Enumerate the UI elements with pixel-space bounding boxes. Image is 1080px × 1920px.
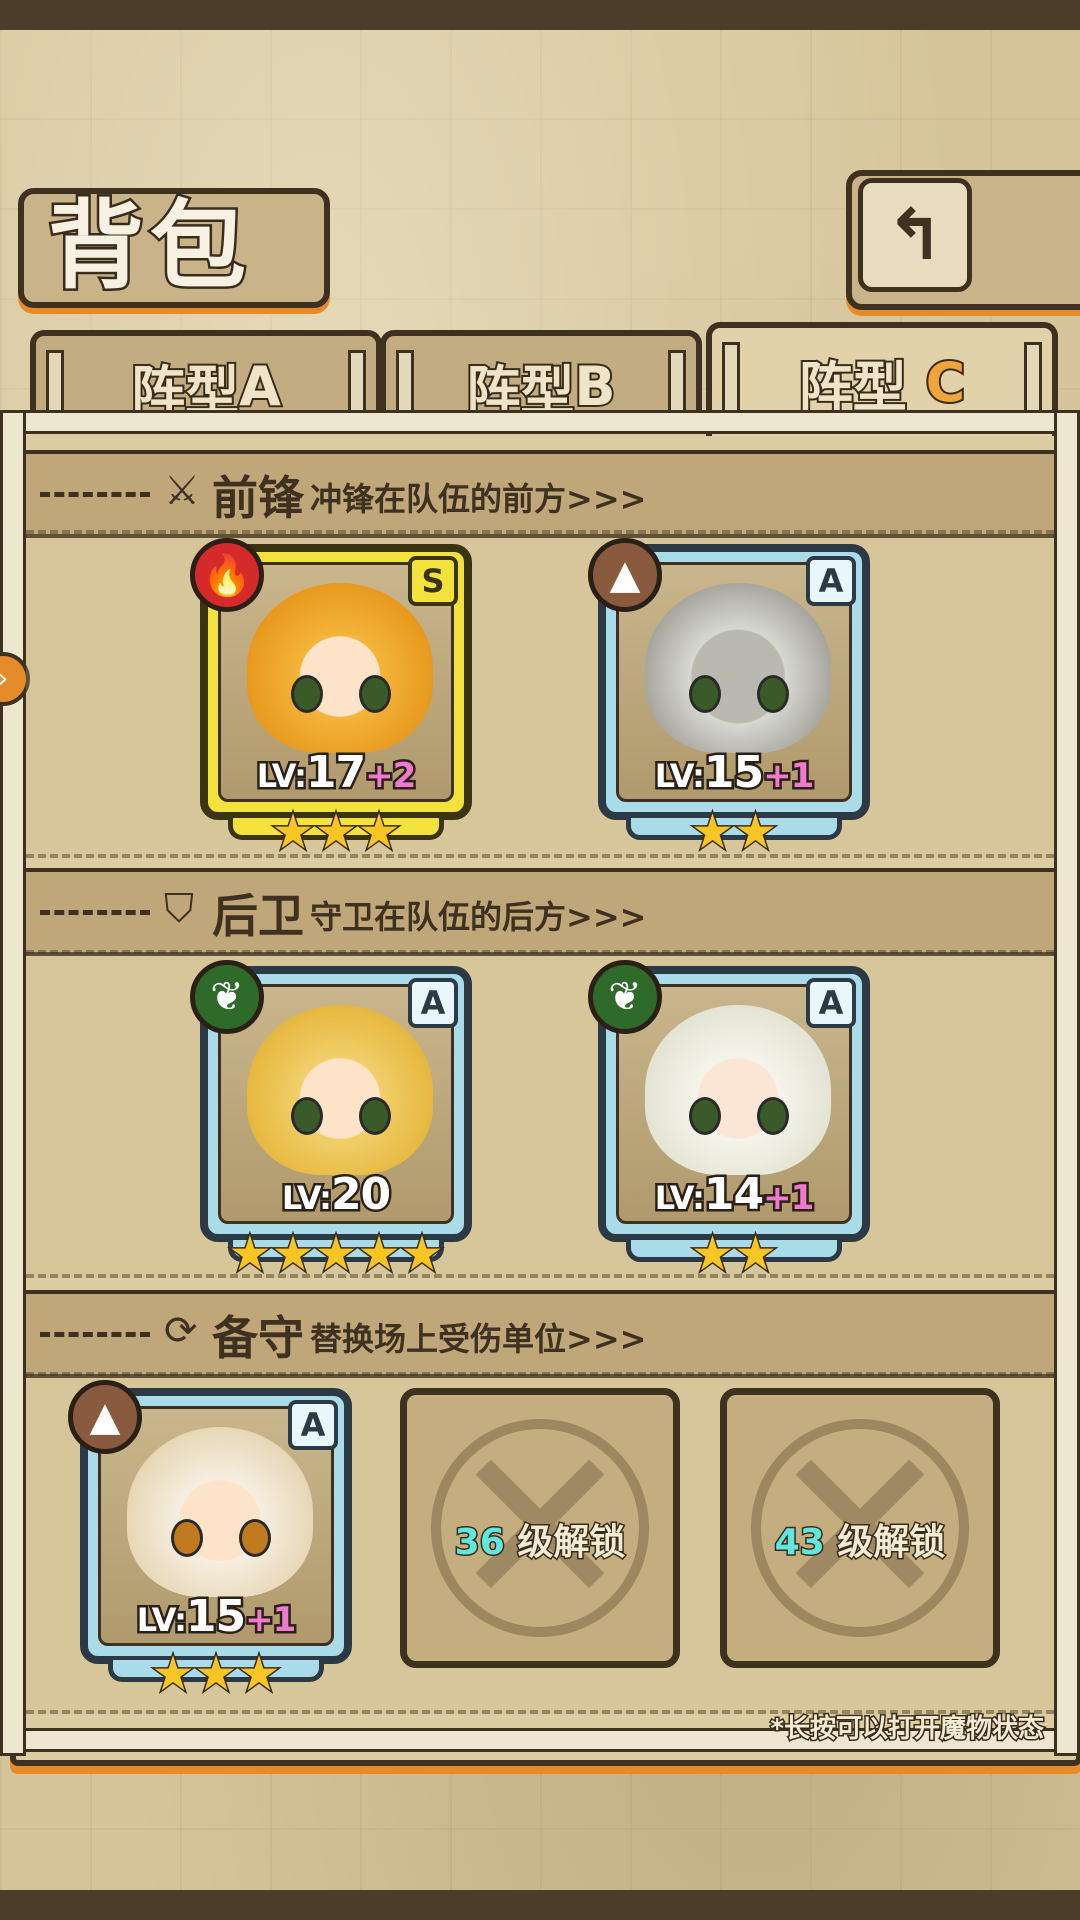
level-value: 14: [701, 1167, 766, 1223]
unlock-requirement: 43 级解锁: [727, 1513, 993, 1565]
level-prefix: LV:: [134, 1599, 189, 1642]
long-press-hint: *长按可以打开魔物状态: [769, 1713, 1046, 1746]
shield-icon: ⛉: [164, 886, 194, 932]
star-rating: ★★★: [150, 1646, 282, 1702]
portrait-eyes: [689, 1097, 789, 1135]
unit-level: LV:20: [208, 1167, 464, 1223]
star-rating: ★★: [689, 804, 778, 860]
level-value: 15: [183, 1589, 248, 1645]
sword-icon: ⚔: [164, 468, 200, 514]
unlock-label: 级解锁: [516, 1521, 627, 1565]
unlock-label: 级解锁: [836, 1521, 947, 1565]
leaf-element-icon: ❦: [190, 960, 264, 1034]
leaf-element-icon: ❦: [588, 960, 662, 1034]
level-bonus: +2: [363, 754, 419, 799]
right-rail: [1054, 410, 1080, 1756]
fire-element-icon: 🔥: [190, 538, 264, 612]
unit-portrait: [645, 583, 831, 753]
section-header-reserve: ⟳ 备守 替换场上受伤单位>>>: [26, 1290, 1054, 1378]
level-prefix: LV:: [652, 755, 707, 798]
back-button[interactable]: ↰: [858, 178, 972, 292]
swap-icon: ⟳: [164, 1308, 198, 1354]
tab-letter: A: [237, 353, 283, 420]
grade-badge: S: [408, 556, 458, 606]
back-arrow-icon: ↰: [885, 194, 945, 276]
level-prefix: LV:: [652, 1177, 707, 1220]
dash-divider: [40, 1332, 150, 1337]
grade-badge: A: [806, 556, 856, 606]
portrait-eyes: [291, 1097, 391, 1135]
dash-divider: [40, 910, 150, 915]
bottom-border: [0, 1890, 1080, 1920]
tab-letter: C: [924, 349, 968, 416]
locked-slot-2[interactable]: ✕ 43 级解锁: [720, 1388, 1000, 1668]
level-value: 17: [303, 745, 368, 801]
top-rail: [0, 410, 1080, 434]
earth-element-icon: ▲: [68, 1380, 142, 1454]
portrait-eyes: [171, 1519, 271, 1557]
grade-badge: A: [288, 1400, 338, 1450]
portrait-eyes: [689, 675, 789, 713]
star-rating: ★★★: [270, 804, 402, 860]
level-value: 15: [701, 745, 766, 801]
unit-level: LV:15+1: [606, 745, 862, 801]
star-rating: ★★★★★: [227, 1226, 445, 1282]
unit-level: LV:15+1: [88, 1589, 344, 1645]
unit-portrait: [645, 1005, 831, 1175]
grade-badge: A: [806, 978, 856, 1028]
section-desc: 守卫在队伍的后方>>>: [310, 898, 647, 936]
section-header-back: ⛉ 后卫 守卫在队伍的后方>>>: [26, 868, 1054, 956]
unit-level: LV:14+1: [606, 1167, 862, 1223]
section-title: 后卫: [212, 889, 304, 943]
locked-slot-1[interactable]: ✕ 36 级解锁: [400, 1388, 680, 1668]
unit-level: LV:17+2: [208, 745, 464, 801]
front-row: [26, 530, 1054, 858]
section-title: 备守: [212, 1311, 304, 1365]
unlock-level: 43: [773, 1521, 826, 1565]
level-bonus: +1: [243, 1598, 299, 1643]
dash-divider: [40, 492, 150, 497]
level-bonus: +1: [761, 754, 817, 799]
top-zigzag-border: [0, 0, 1080, 60]
section-desc: 替换场上受伤单位>>>: [310, 1320, 647, 1358]
unit-portrait: [247, 1005, 433, 1175]
star-rating: ★★: [689, 1226, 778, 1282]
section-header-front: ⚔ 前锋 冲锋在队伍的前方>>>: [26, 450, 1054, 538]
level-prefix: LV:: [279, 1177, 334, 1220]
earth-element-icon: ▲: [588, 538, 662, 612]
left-rail: [0, 410, 26, 1756]
section-desc: 冲锋在队伍的前方>>>: [310, 480, 647, 518]
portrait-eyes: [291, 675, 391, 713]
level-prefix: LV:: [254, 755, 309, 798]
level-bonus: +1: [761, 1176, 817, 1221]
unit-portrait: [127, 1427, 313, 1597]
section-title: 前锋: [212, 471, 304, 525]
unlock-requirement: 36 级解锁: [407, 1513, 673, 1565]
grade-badge: A: [408, 978, 458, 1028]
page-title: 背包: [46, 187, 252, 305]
level-value: 20: [328, 1167, 393, 1223]
back-row: [26, 950, 1054, 1278]
unlock-level: 36: [453, 1521, 506, 1565]
unit-portrait: [247, 583, 433, 753]
tab-letter: B: [572, 353, 617, 420]
